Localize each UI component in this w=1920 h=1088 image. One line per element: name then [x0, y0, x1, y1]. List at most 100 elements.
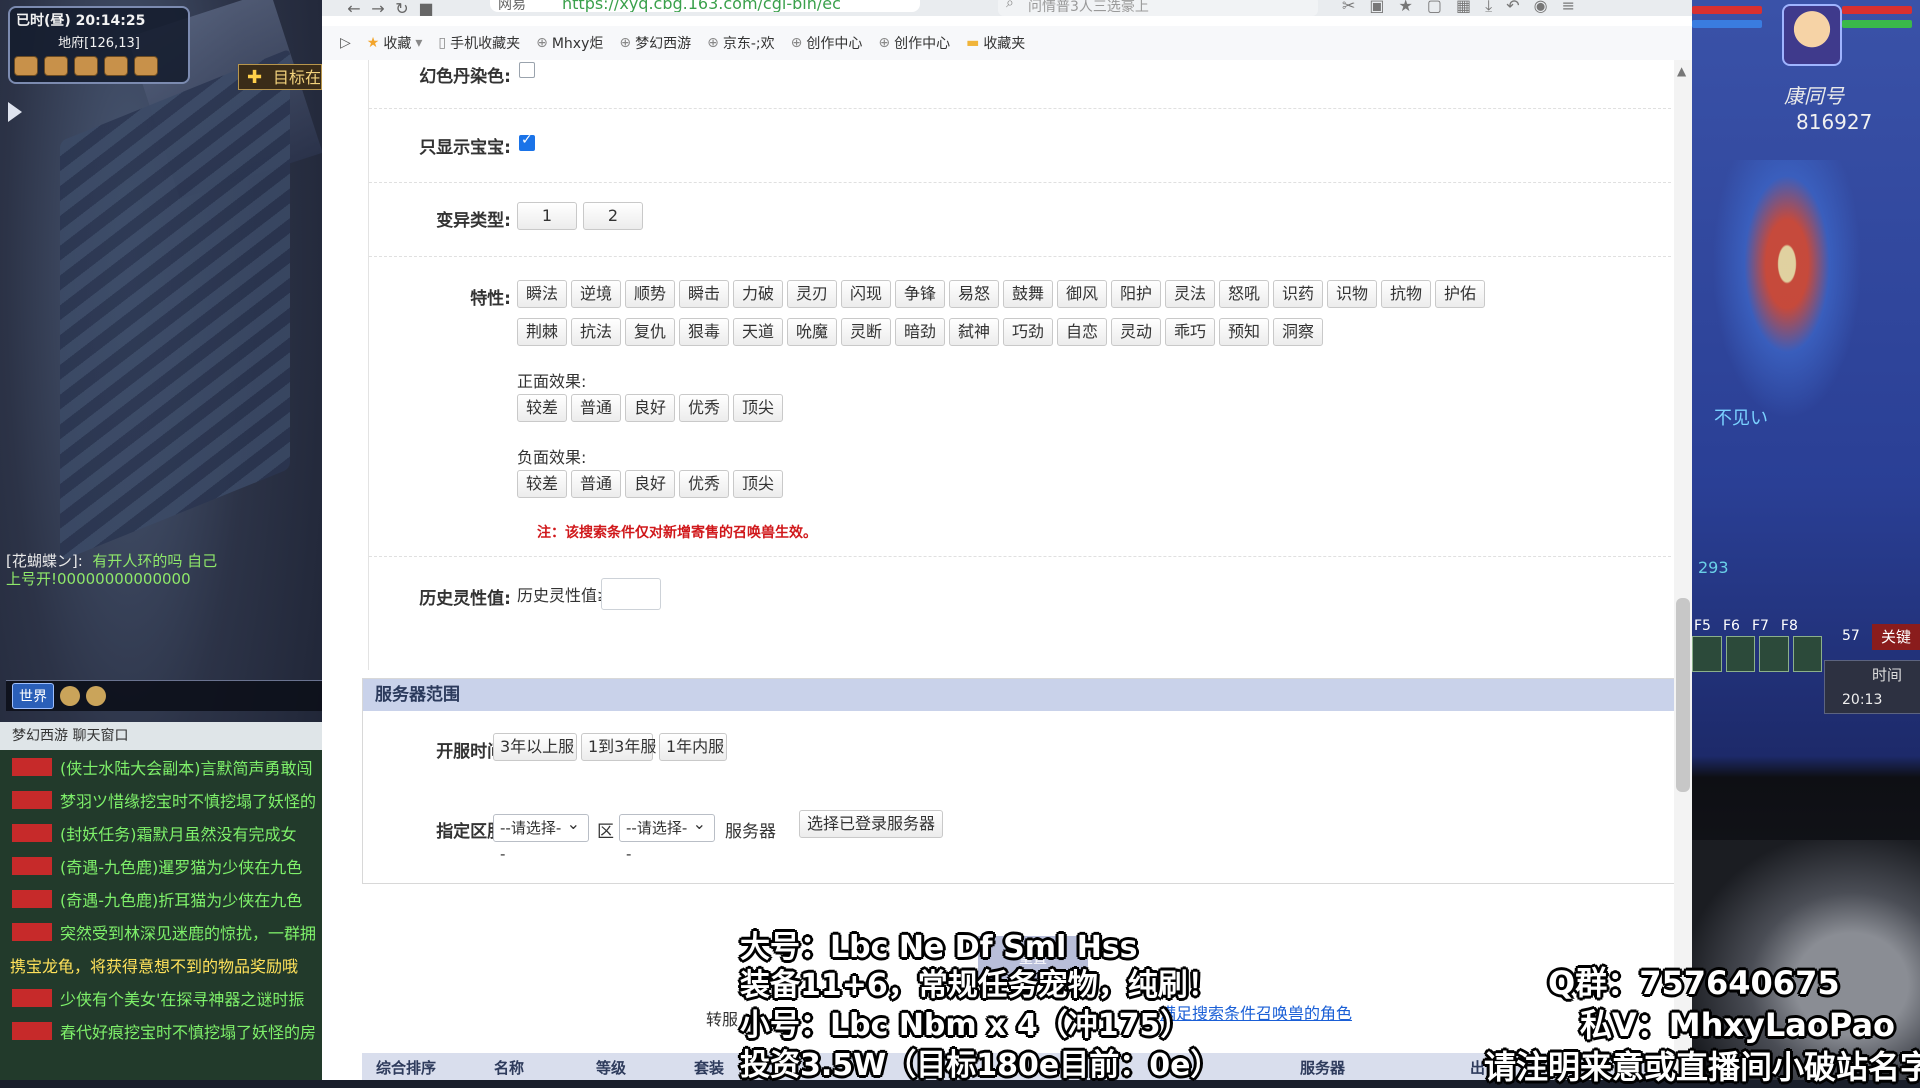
trait-button-row2-6[interactable]: 吮魔 — [787, 318, 837, 346]
trait-button-7[interactable]: 闪现 — [841, 280, 891, 308]
trait-button-row2-11[interactable]: 自恋 — [1057, 318, 1107, 346]
back-icon[interactable]: ← — [342, 0, 366, 18]
bookmark-mhxy-site[interactable]: ⊕ 梦幻西游 — [619, 33, 691, 53]
trait-button-11[interactable]: 御风 — [1057, 280, 1107, 308]
trait-button-14[interactable]: 怒吼 — [1219, 280, 1269, 308]
open-time-under1[interactable]: 1年内服 — [659, 733, 727, 761]
trait-button-18[interactable]: 护佑 — [1435, 280, 1485, 308]
trait-button-row2-5[interactable]: 天道 — [733, 318, 783, 346]
calendar-icon[interactable] — [134, 56, 158, 76]
trait-button-15[interactable]: 识药 — [1273, 280, 1323, 308]
negative-effect-button-5[interactable]: 顶尖 — [733, 470, 783, 498]
fkey-f8[interactable]: F8 — [1781, 618, 1798, 634]
trait-button-row2-13[interactable]: 乖巧 — [1165, 318, 1215, 346]
fkey-f6[interactable]: F6 — [1723, 618, 1740, 634]
trait-button-5[interactable]: 力破 — [733, 280, 783, 308]
dye-checkbox[interactable] — [519, 62, 535, 78]
trait-button-row2-2[interactable]: 抗法 — [571, 318, 621, 346]
trait-button-row2-12[interactable]: 灵动 — [1111, 318, 1161, 346]
col-name[interactable]: 名称 — [494, 1057, 524, 1078]
col-more[interactable]: 出 — [1470, 1057, 1485, 1078]
target-button[interactable]: 目标在 — [238, 64, 322, 91]
server-select[interactable]: --请选择-- — [619, 811, 715, 863]
scroll-up-icon[interactable]: ▲ — [1677, 64, 1686, 78]
bookmark-creator-2[interactable]: ⊕ 创作中心 — [878, 33, 950, 53]
map-icon[interactable] — [14, 56, 38, 76]
fkey-f5[interactable]: F5 — [1694, 618, 1711, 634]
negative-effect-button-4[interactable]: 优秀 — [679, 470, 729, 498]
negative-effect-button-3[interactable]: 良好 — [625, 470, 675, 498]
sidebar-toggle-icon[interactable]: ▷ — [340, 35, 351, 51]
bookmark-jd[interactable]: ⊕ 京东-;欢 — [707, 33, 775, 53]
undo-icon[interactable]: ↶ — [1506, 0, 1519, 16]
star-ext-icon[interactable]: ★ — [1399, 0, 1413, 16]
col-level[interactable]: 等级 — [596, 1057, 626, 1078]
positive-effect-button-4[interactable]: 优秀 — [679, 394, 729, 422]
history-input[interactable] — [601, 578, 661, 610]
fkey-f7[interactable]: F7 — [1752, 618, 1769, 634]
expand-arrow-icon[interactable] — [8, 102, 22, 122]
browser-logo-icon[interactable]: ◉ — [1534, 0, 1548, 16]
positive-effect-button-5[interactable]: 顶尖 — [733, 394, 783, 422]
trait-button-13[interactable]: 灵法 — [1165, 280, 1215, 308]
trait-button-12[interactable]: 阳护 — [1111, 280, 1161, 308]
trait-button-row2-1[interactable]: 荆棘 — [517, 318, 567, 346]
player-avatar[interactable] — [1782, 4, 1842, 66]
col-suit[interactable]: 套装 — [694, 1057, 724, 1078]
voice-icon[interactable] — [60, 686, 80, 706]
scissors-icon[interactable]: ✂ — [1342, 0, 1355, 16]
trait-button-3[interactable]: 顺势 — [625, 280, 675, 308]
extension-icon[interactable]: ■ — [414, 0, 438, 18]
col-sort[interactable]: 综合排序 — [376, 1057, 436, 1078]
mail-icon[interactable] — [44, 56, 68, 76]
forward-icon[interactable]: → — [366, 0, 390, 18]
mutation-option-1[interactable]: 1 — [517, 202, 577, 230]
address-bar[interactable]: 网易 https://xyq.cbg.163.com/cgi-bin/ec — [490, 0, 920, 12]
scrollbar-thumb[interactable] — [1676, 598, 1690, 792]
bookmark-folder[interactable]: ▬ 收藏夹 — [966, 33, 1025, 53]
key-button[interactable]: 关键 — [1872, 624, 1920, 650]
trait-button-4[interactable]: 瞬击 — [679, 280, 729, 308]
open-time-3plus[interactable]: 3年以上服 — [493, 733, 577, 761]
download-icon[interactable]: ⤓ — [1485, 0, 1492, 16]
trait-button-17[interactable]: 抗物 — [1381, 280, 1431, 308]
reload-icon[interactable]: ↻ — [390, 0, 414, 18]
trait-button-row2-15[interactable]: 洞察 — [1273, 318, 1323, 346]
trait-button-row2-9[interactable]: 弑神 — [949, 318, 999, 346]
trait-button-8[interactable]: 争锋 — [895, 280, 945, 308]
bookmark-mobile[interactable]: ▯ 手机收藏夹 — [438, 33, 520, 53]
trait-button-2[interactable]: 逆境 — [571, 280, 621, 308]
positive-effect-button-1[interactable]: 较差 — [517, 394, 567, 422]
bag-icon[interactable] — [104, 56, 128, 76]
negative-effect-button-2[interactable]: 普通 — [571, 470, 621, 498]
bookmark-favorites[interactable]: ★ 收藏 ▾ — [367, 33, 423, 53]
col-server[interactable]: 服务器 — [1300, 1057, 1345, 1078]
menu-icon[interactable]: ≡ — [1562, 0, 1575, 16]
trait-button-row2-4[interactable]: 狠毒 — [679, 318, 729, 346]
skill-slot[interactable] — [1725, 636, 1755, 672]
trait-button-1[interactable]: 瞬法 — [517, 280, 567, 308]
open-time-1to3[interactable]: 1到3年服 — [581, 733, 656, 761]
hud-icons[interactable] — [14, 56, 158, 76]
skill-slot[interactable] — [1759, 636, 1789, 672]
skill-slot[interactable] — [1692, 636, 1722, 672]
search-input[interactable]: 问情普3人三选豪上 — [998, 0, 1318, 16]
emoji-icon[interactable] — [86, 686, 106, 706]
trait-button-row2-3[interactable]: 复仇 — [625, 318, 675, 346]
trait-button-row2-7[interactable]: 灵断 — [841, 318, 891, 346]
window-icon[interactable]: ▢ — [1427, 0, 1442, 16]
baby-only-checkbox[interactable] — [519, 132, 535, 151]
mutation-option-2[interactable]: 2 — [583, 202, 643, 230]
positive-effect-button-3[interactable]: 良好 — [625, 394, 675, 422]
page-scrollbar[interactable] — [1674, 60, 1692, 1080]
trait-button-row2-14[interactable]: 预知 — [1219, 318, 1269, 346]
negative-effect-button-1[interactable]: 较差 — [517, 470, 567, 498]
trait-button-9[interactable]: 易怒 — [949, 280, 999, 308]
radar-icon[interactable] — [74, 56, 98, 76]
zone-select[interactable]: --请选择-- — [493, 811, 589, 863]
apps-icon[interactable]: ▦ — [1456, 0, 1471, 16]
trait-button-row2-8[interactable]: 暗劲 — [895, 318, 945, 346]
trait-button-6[interactable]: 灵刃 — [787, 280, 837, 308]
choose-logged-server-button[interactable]: 选择已登录服务器 — [799, 810, 943, 838]
bookmark-creator-1[interactable]: ⊕ 创作中心 — [791, 33, 863, 53]
